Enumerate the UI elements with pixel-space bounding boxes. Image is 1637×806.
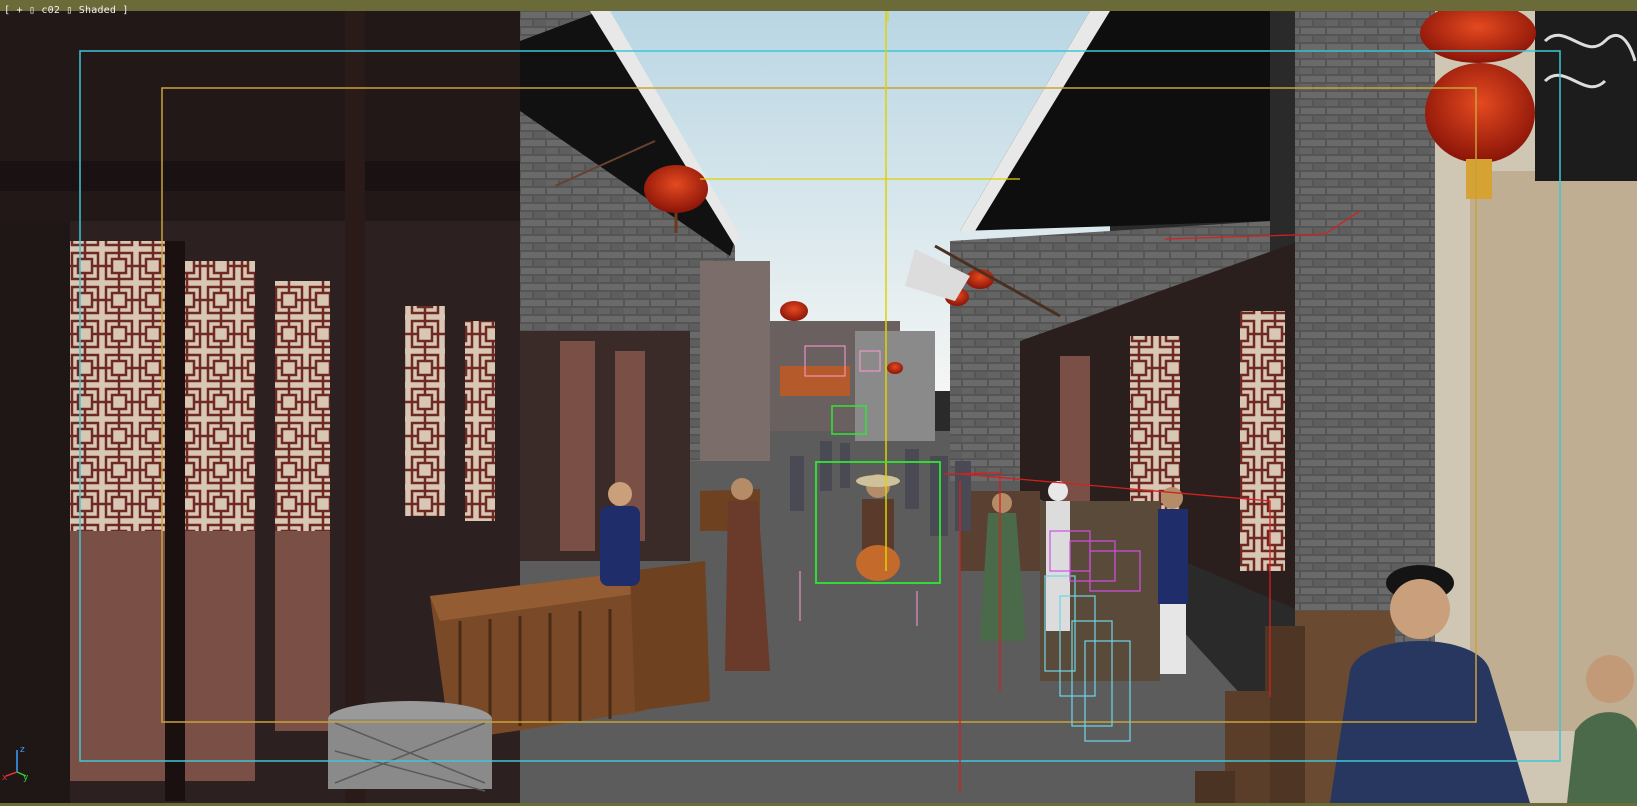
axis-x-line [5, 771, 18, 777]
shading-mode[interactable]: Shaded [79, 5, 116, 16]
3d-viewport[interactable]: [ + ▯ c02 ▯ Shaded ] x y z [0, 0, 1637, 806]
wicker-basket [328, 701, 492, 792]
label-bracket-close: ] [122, 5, 129, 16]
viewport-menu-plus[interactable]: + [16, 5, 22, 16]
axis-z-label: z [20, 745, 25, 755]
viewport-label[interactable]: [ + ▯ c02 ▯ Shaded ] [4, 5, 129, 16]
viewport-box-glyph: ▯ [28, 5, 36, 16]
lantern-small-left [780, 301, 808, 321]
label-bracket-open: [ [4, 5, 11, 16]
rendered-street-scene [0, 11, 1637, 803]
camera-name[interactable]: c02 [41, 5, 60, 16]
axis-x-label: x [2, 773, 8, 782]
axis-y-label: y [23, 773, 29, 782]
axis-gizmo: x y z [2, 745, 29, 782]
viewport-box-glyph-2: ▯ [66, 5, 73, 16]
